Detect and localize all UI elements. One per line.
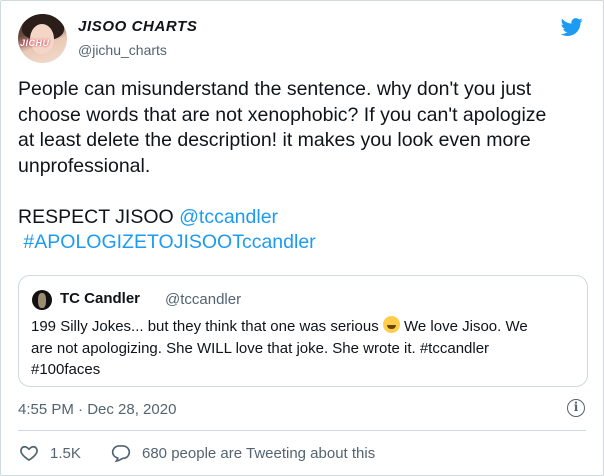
author-avatar[interactable]: JICHU — [18, 14, 67, 63]
hashtag-link[interactable]: #APOLOGIZETOJISOOTccandler — [23, 231, 315, 253]
tweet-hashtag-line: #APOLOGIZETOJISOOTccandler — [18, 230, 588, 256]
quoted-line: are not apologizing. She WILL love that … — [31, 339, 490, 357]
rolling-on-floor-laughing-emoji — [382, 316, 400, 333]
tweet-timestamp[interactable]: 4:55 PM · Dec 28, 2020 — [18, 401, 176, 418]
quoted-author-avatar[interactable] — [32, 290, 52, 310]
twitter-bird-icon[interactable] — [559, 16, 585, 38]
quoted-text-part: We love Jisoo. We — [399, 318, 528, 335]
mention-link[interactable]: @tccandler — [179, 206, 278, 228]
quoted-tweet[interactable]: TC Candler @tccandler 199 Silly Jokes...… — [18, 275, 588, 387]
tweet-line: at least delete the description! it make… — [18, 129, 531, 151]
info-icon[interactable]: i — [567, 399, 585, 417]
tweet-line: choose words that are not xenophobic? If… — [18, 103, 547, 126]
speech-bubble-icon[interactable] — [111, 443, 131, 463]
tweet-line: People can misunderstand the sentence. w… — [18, 78, 532, 100]
tweet-respect-line: RESPECT JISOO @tccandler — [18, 205, 588, 231]
quoted-author-handle[interactable]: @tccandler — [165, 291, 241, 308]
heart-icon[interactable] — [18, 443, 40, 463]
tweet-line: unprofessional. — [18, 154, 151, 177]
quoted-text-part: 199 Silly Jokes... but they think that o… — [31, 318, 383, 335]
tweet-text: People can misunderstand the sentence. w… — [18, 77, 588, 256]
avatar-figure — [38, 293, 46, 308]
like-count[interactable]: 1.5K — [50, 445, 81, 462]
tweeting-count[interactable]: 680 people are Tweeting about this — [142, 445, 375, 462]
respect-text: RESPECT JISOO — [18, 205, 180, 228]
divider — [18, 430, 586, 431]
author-name[interactable]: JISOO CHARTS — [78, 18, 197, 35]
author-handle[interactable]: @jichu_charts — [78, 42, 167, 58]
quoted-author-name[interactable]: TC Candler — [60, 290, 140, 307]
quoted-tweet-text: 199 Silly Jokes... but they think that o… — [31, 316, 579, 381]
quoted-line: #100faces — [31, 361, 101, 378]
tweet-card: JICHU JISOO CHARTS @jichu_charts People … — [0, 0, 604, 476]
avatar-label: JICHU — [20, 38, 50, 48]
quoted-line: 199 Silly Jokes... but they think that o… — [31, 316, 579, 338]
